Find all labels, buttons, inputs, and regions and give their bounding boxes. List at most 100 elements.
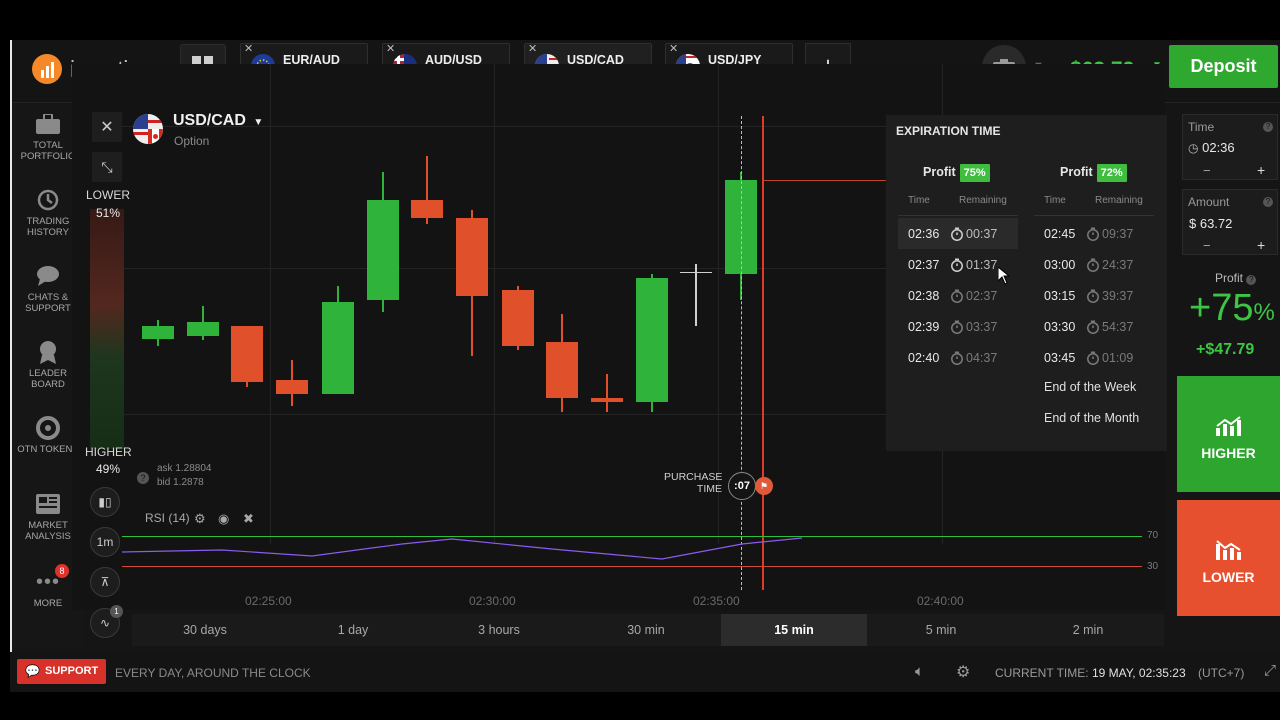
mouse-cursor — [998, 267, 1010, 285]
eye-icon[interactable]: ◉ — [218, 511, 229, 527]
time-axis-label: 02:35:00 — [693, 594, 740, 608]
indicators-button[interactable]: ∿ 1 — [90, 605, 123, 638]
bid-price: bid 1.2878 — [157, 477, 204, 488]
stopwatch-icon — [951, 258, 963, 272]
expiration-option[interactable]: 02:39 03:37 — [898, 311, 1018, 342]
close-icon[interactable]: ✕ — [244, 42, 253, 55]
expiration-option[interactable]: 03:00 24:37 — [1034, 249, 1154, 280]
newspaper-icon — [35, 492, 61, 516]
expiration-end-of-week[interactable]: End of the Week — [1044, 380, 1136, 394]
expiration-option[interactable]: 02:45 09:37 — [1034, 218, 1154, 249]
time-increment-button[interactable]: + — [1257, 162, 1265, 178]
amount-label: Amount — [1188, 195, 1230, 209]
candle-body — [411, 200, 443, 218]
time-column-header: Time — [908, 195, 930, 206]
amount-increment-button[interactable]: + — [1257, 237, 1265, 253]
timeframe-15-min[interactable]: 15 min — [721, 614, 867, 646]
stopwatch-icon — [1087, 351, 1099, 365]
sidebar-item-label: OTN TOKENS — [17, 444, 79, 455]
candle-body — [456, 218, 488, 296]
expiration-remaining: 02:37 — [966, 289, 998, 303]
timeframe-2-min[interactable]: 2 min — [1015, 614, 1161, 646]
purchase-countdown: :07 — [728, 472, 756, 500]
interval-label: 1m — [96, 535, 114, 549]
sidebar-item-label: TRADING HISTORY — [26, 216, 70, 238]
timeframe-30-min[interactable]: 30 min — [573, 614, 719, 646]
stopwatch-icon — [1087, 320, 1099, 334]
finish-flag-icon: ⚑ — [755, 477, 773, 495]
close-chart-button[interactable]: ✕ — [92, 112, 122, 142]
timeframe-bar: 30 days 1 day 3 hours 30 min 15 min 5 mi… — [132, 614, 1164, 646]
expiration-option[interactable]: 02:40 04:37 — [898, 342, 1018, 373]
expiration-remaining: 09:37 — [1102, 227, 1134, 241]
expiration-time: 03:00 — [1044, 258, 1076, 272]
expiration-remaining: 03:37 — [966, 320, 998, 334]
expiration-option[interactable]: 02:36 00:37 — [898, 218, 1018, 249]
support-text: EVERY DAY, AROUND THE CLOCK — [115, 666, 311, 680]
fullscreen-icon[interactable]: ⤢ — [1264, 662, 1276, 679]
close-icon[interactable]: ✖ — [243, 511, 254, 527]
lower-button[interactable]: LOWER — [1177, 500, 1280, 616]
expiration-time-dropdown: EXPIRATION TIME Profit 75% Profit 72% Time… — [886, 115, 1167, 451]
asset-type: Option — [174, 134, 210, 148]
timeframe-3-hours[interactable]: 3 hours — [426, 614, 572, 646]
candle-body — [276, 380, 308, 394]
volume-icon[interactable]: 🔈︎ — [915, 663, 924, 680]
close-icon[interactable]: ✕ — [528, 42, 537, 55]
close-icon[interactable]: ✕ — [386, 42, 395, 55]
timeframe-30-days[interactable]: 30 days — [132, 614, 278, 646]
candle-body — [591, 398, 623, 402]
higher-button[interactable]: HIGHER — [1177, 376, 1280, 492]
expiration-time: 02:45 — [1044, 227, 1076, 241]
higher-sentiment-pct: 49% — [96, 462, 121, 476]
gear-icon[interactable]: ⚙ — [194, 511, 206, 527]
time-axis-label: 02:25:00 — [245, 594, 292, 608]
expiration-end-of-month[interactable]: End of the Month — [1044, 411, 1139, 425]
interval-button[interactable]: 1m — [90, 527, 120, 557]
timeframe-5-min[interactable]: 5 min — [868, 614, 1014, 646]
expiration-time: 03:15 — [1044, 289, 1076, 303]
sidebar-item-label: LEADER BOARD — [28, 368, 67, 390]
candle-body — [187, 322, 219, 336]
trend-down-icon — [1215, 540, 1241, 560]
clock-icon: ◷ — [1188, 141, 1199, 155]
ask-price: ask 1.28804 — [157, 463, 212, 474]
amount-selector[interactable]: Amount ? $ 63.72 − + — [1182, 189, 1278, 255]
stopwatch-icon — [951, 320, 963, 334]
candle-body — [636, 278, 668, 402]
rsi-line — [122, 537, 803, 560]
help-icon: ? — [1246, 275, 1257, 285]
asset-name: USD/CAD — [173, 112, 246, 129]
token-icon — [35, 416, 61, 440]
deposit-button[interactable]: Deposit — [1169, 45, 1278, 88]
expiration-option[interactable]: 03:15 39:37 — [1034, 280, 1154, 311]
help-icon[interactable]: ? — [1263, 197, 1273, 207]
time-selector[interactable]: Time ? ◷ 02:36 − + — [1182, 114, 1278, 180]
time-decrement-button[interactable]: − — [1203, 163, 1211, 178]
help-icon[interactable]: ? — [137, 472, 149, 484]
amount-input[interactable]: $ 63.72 — [1189, 216, 1232, 231]
drawing-tools-button[interactable]: ⊼ — [90, 567, 120, 597]
trade-panel: Time ? ◷ 02:36 − + Amount ? $ 63.72 − + … — [1177, 114, 1280, 616]
stopwatch-icon — [951, 289, 963, 303]
expiration-option[interactable]: 03:30 54:37 — [1034, 311, 1154, 342]
rsi-indicator-label[interactable]: RSI (14) — [145, 511, 190, 525]
collapse-chart-button[interactable]: ⤡ — [92, 152, 122, 182]
close-icon: ✕ — [100, 119, 114, 136]
help-icon[interactable]: ? — [1263, 122, 1273, 132]
time-column-header: Time — [1044, 195, 1066, 206]
profit-badge: 75% — [959, 164, 990, 182]
timeframe-1-day[interactable]: 1 day — [280, 614, 426, 646]
stopwatch-icon — [1087, 227, 1099, 241]
gear-icon[interactable]: ⚙ — [956, 662, 970, 682]
expiration-option[interactable]: 03:45 01:09 — [1034, 342, 1154, 373]
chart-type-button[interactable]: ▮▯ — [90, 487, 120, 517]
close-icon[interactable]: ✕ — [669, 42, 678, 55]
expiration-time: 02:40 — [908, 351, 940, 365]
purchase-time-label: PURCHASE TIME — [664, 471, 723, 495]
asset-selector[interactable]: USD/CAD ▼ — [173, 112, 263, 130]
rsi-level-30: 30 — [1147, 561, 1159, 572]
amount-decrement-button[interactable]: − — [1203, 238, 1211, 253]
countdown-value: :07 — [734, 480, 750, 492]
support-button[interactable]: 💬 SUPPORT — [17, 659, 106, 684]
